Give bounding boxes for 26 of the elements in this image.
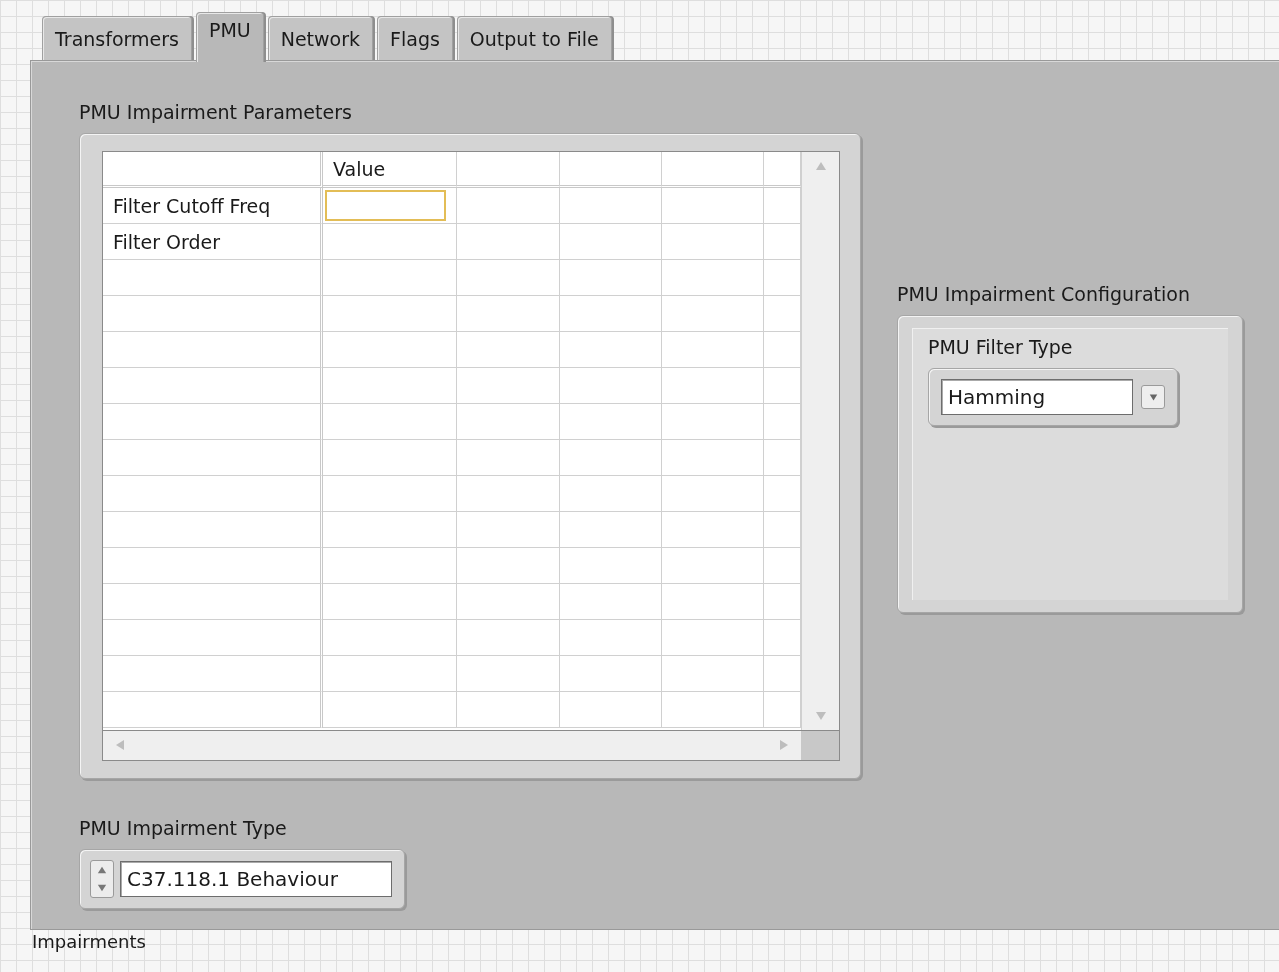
spinner[interactable] <box>90 860 114 898</box>
vertical-scrollbar[interactable] <box>801 152 839 730</box>
column-header: Value <box>323 152 457 188</box>
table-cell[interactable] <box>323 188 457 224</box>
scroll-down-icon[interactable] <box>814 710 827 722</box>
row-header: Filter Cutoff Freq <box>103 188 323 224</box>
tab[interactable]: Network <box>267 16 374 60</box>
tab[interactable]: PMU <box>195 12 264 62</box>
row-header: Filter Order <box>103 224 323 260</box>
scroll-up-icon[interactable] <box>814 160 827 172</box>
filter-type-label: PMU Filter Type <box>928 336 1074 358</box>
increment-icon[interactable] <box>97 865 107 875</box>
tab[interactable]: Output to File <box>456 16 612 60</box>
horizontal-scrollbar[interactable] <box>103 730 801 760</box>
tab[interactable]: Transformers <box>42 16 192 60</box>
filter-type-field[interactable]: Hamming <box>941 379 1133 415</box>
table-label: PMU Impairment Parameters <box>79 101 353 123</box>
footer-label: Impairments <box>31 930 146 952</box>
impairment-type-field[interactable]: C37.118.1 Behaviour <box>120 861 392 897</box>
dropdown-button[interactable] <box>1141 385 1165 409</box>
configuration-label: PMU Impairment Configuration <box>897 283 1191 305</box>
table-cell[interactable] <box>323 224 457 260</box>
caret-icon[interactable] <box>1148 392 1158 402</box>
impairment-type-label: PMU Impairment Type <box>79 817 288 839</box>
tab[interactable]: Flags <box>377 16 453 60</box>
decrement-icon[interactable] <box>97 883 107 893</box>
